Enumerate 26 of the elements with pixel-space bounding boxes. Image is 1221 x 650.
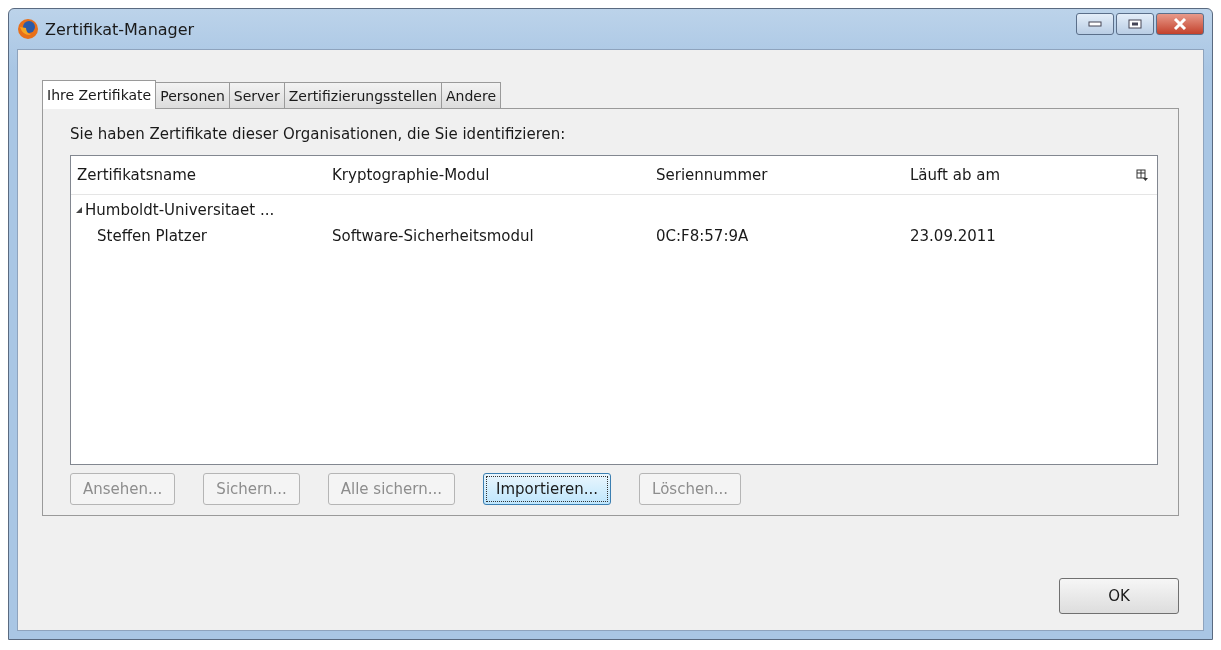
- intro-text: Sie haben Zertifikate dieser Organisationen, die Sie identifizieren:: [70, 125, 567, 143]
- expand-arrow-icon[interactable]: [75, 206, 83, 214]
- table-cell-text: 23.09.2011: [910, 227, 997, 245]
- column-header[interactable]: Zertifikatsname: [77, 166, 332, 184]
- minimize-icon: [1088, 21, 1102, 27]
- tab[interactable]: Andere: [441, 82, 502, 108]
- tab[interactable]: Personen: [155, 82, 230, 108]
- close-icon: [1173, 18, 1187, 30]
- tab[interactable]: Ihre Zertifikate: [42, 80, 157, 109]
- column-header[interactable]: Seriennummer: [656, 166, 910, 184]
- column-picker-icon[interactable]: [1136, 169, 1148, 181]
- close-button[interactable]: [1156, 13, 1204, 35]
- maximize-button[interactable]: [1116, 13, 1154, 35]
- ok-button[interactable]: OK: [1059, 578, 1179, 614]
- group-name[interactable]: Humboldt-Universitaet ...: [85, 201, 275, 219]
- tab[interactable]: Server: [228, 82, 285, 108]
- column-header[interactable]: Kryptographie-Modul: [332, 166, 656, 184]
- table-cell-text: 0C:F8:57:9A: [656, 227, 750, 245]
- table-cell-text: Software-Sicherheitsmodul: [332, 227, 535, 245]
- table-cell-text: Steffen Platzer: [96, 227, 209, 245]
- window-title: Zertifikat-Manager: [45, 19, 195, 39]
- column-header[interactable]: Läuft ab am: [910, 166, 1132, 184]
- tab[interactable]: Zertifizierungsstellen: [283, 82, 443, 108]
- action-button[interactable]: Importieren...: [483, 473, 612, 505]
- maximize-icon: [1128, 19, 1142, 29]
- minimize-button[interactable]: [1076, 13, 1114, 35]
